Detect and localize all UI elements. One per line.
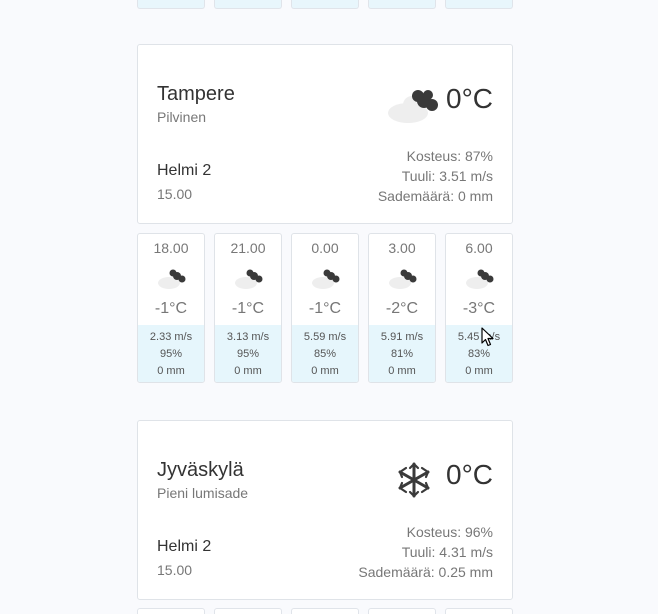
forecast-wind: 5.59 m/s: [303, 331, 347, 343]
forecast-precipitation: 0 mm: [157, 365, 185, 377]
forecast-tile: [214, 608, 282, 614]
forecast-temperature: -1°C: [154, 300, 188, 317]
forecast-time: 18.00: [153, 240, 189, 256]
forecast-time: 0.00: [311, 240, 339, 256]
forecast-tile: 21.00 -1°C 3.13 m/s 95% 0 mm: [214, 233, 282, 383]
forecast-wind: 2.33 m/s: [149, 331, 193, 343]
weather-stats: Kosteus: 96% Tuuli: 4.31 m/s Sademäärä: …: [358, 522, 493, 582]
forecast-tile: [137, 608, 205, 614]
snowflake-icon: [398, 462, 430, 498]
date-label: Helmi 2: [157, 162, 212, 179]
forecast-tile: 3.00 -2°C 5.91 m/s 81% 0 mm: [368, 233, 436, 383]
weather-description: Pilvinen: [157, 109, 207, 125]
forecast-temperature: -3°C: [462, 300, 496, 317]
forecast-temperature: -2°C: [385, 300, 419, 317]
cloud-icon: [389, 269, 417, 289]
time-label: 15.00: [157, 186, 193, 202]
city-name: Jyväskylä: [157, 459, 244, 481]
forecast-time: 3.00: [388, 240, 416, 256]
forecast-humidity: 85%: [313, 348, 337, 360]
mouse-cursor-icon: [481, 327, 494, 347]
forecast-tile: 0.00 -1°C 5.59 m/s 85% 0 mm: [291, 233, 359, 383]
forecast-time: 6.00: [465, 240, 493, 256]
time-label: 15.00: [157, 562, 193, 578]
forecast-tile: [137, 0, 205, 9]
weather-card-tampere: Tampere Pilvinen 0°C Helmi 2 15.00 Koste…: [137, 44, 513, 224]
cloud-icon: [235, 269, 263, 289]
forecast-details: 5.91 m/s 81% 0 mm: [369, 325, 435, 382]
forecast-humidity: 81%: [390, 348, 414, 360]
forecast-wind: 5.45 m/s: [457, 331, 501, 343]
wind-text: Tuuli: 4.31 m/s: [401, 544, 493, 560]
forecast-tile: [445, 0, 513, 9]
weather-description: Pieni lumisade: [157, 485, 249, 501]
current-temperature: 0°C: [446, 459, 493, 490]
cloud-icon: [388, 90, 438, 123]
humidity-text: Kosteus: 96%: [406, 524, 493, 540]
forecast-tile: [368, 608, 436, 614]
forecast-details: 3.13 m/s 95% 0 mm: [215, 325, 281, 382]
weather-card-jyvaskyla: Jyväskylä Pieni lumisade 0°C Helmi 2 15.…: [137, 420, 513, 600]
forecast-temperature: -1°C: [231, 300, 265, 317]
forecast-tile: [291, 608, 359, 614]
forecast-tile: [214, 0, 282, 9]
wind-text: Tuuli: 3.51 m/s: [401, 168, 493, 184]
cloud-icon: [466, 269, 494, 289]
forecast-tile: [368, 0, 436, 9]
forecast-time: 21.00: [230, 240, 266, 256]
forecast-precipitation: 0 mm: [311, 365, 339, 377]
forecast-details: 5.59 m/s 85% 0 mm: [292, 325, 358, 382]
forecast-humidity: 95%: [159, 348, 183, 360]
forecast-tile: [291, 0, 359, 9]
forecast-humidity: 95%: [236, 348, 260, 360]
current-temperature: 0°C: [446, 83, 493, 114]
precipitation-text: Sademäärä: 0.25 mm: [358, 564, 493, 580]
city-name: Tampere: [157, 83, 235, 105]
forecast-precipitation: 0 mm: [465, 365, 493, 377]
forecast-humidity: 83%: [467, 348, 491, 360]
previous-forecast-row: [137, 0, 513, 9]
forecast-temperature: -1°C: [308, 300, 342, 317]
cloud-icon: [158, 269, 186, 289]
forecast-tile: [445, 608, 513, 614]
forecast-wind: 3.13 m/s: [226, 331, 270, 343]
forecast-tile: 18.00 -1°C 2.33 m/s 95% 0 mm: [137, 233, 205, 383]
forecast-wind: 5.91 m/s: [380, 331, 424, 343]
forecast-details: 5.45 m/s 83% 0 mm: [446, 325, 512, 382]
forecast-row: 18.00 -1°C 2.33 m/s 95% 0 mm 21.00 -1°C …: [137, 233, 513, 383]
cloud-icon: [312, 269, 340, 289]
forecast-precipitation: 0 mm: [234, 365, 262, 377]
date-label: Helmi 2: [157, 538, 212, 555]
precipitation-text: Sademäärä: 0 mm: [377, 188, 493, 204]
next-forecast-row: [137, 608, 513, 614]
forecast-precipitation: 0 mm: [388, 365, 416, 377]
humidity-text: Kosteus: 87%: [406, 148, 493, 164]
forecast-details: 2.33 m/s 95% 0 mm: [138, 325, 204, 382]
forecast-tile: 6.00 -3°C 5.45 m/s 83% 0 mm: [445, 233, 513, 383]
weather-stats: Kosteus: 87% Tuuli: 3.51 m/s Sademäärä: …: [378, 146, 493, 206]
